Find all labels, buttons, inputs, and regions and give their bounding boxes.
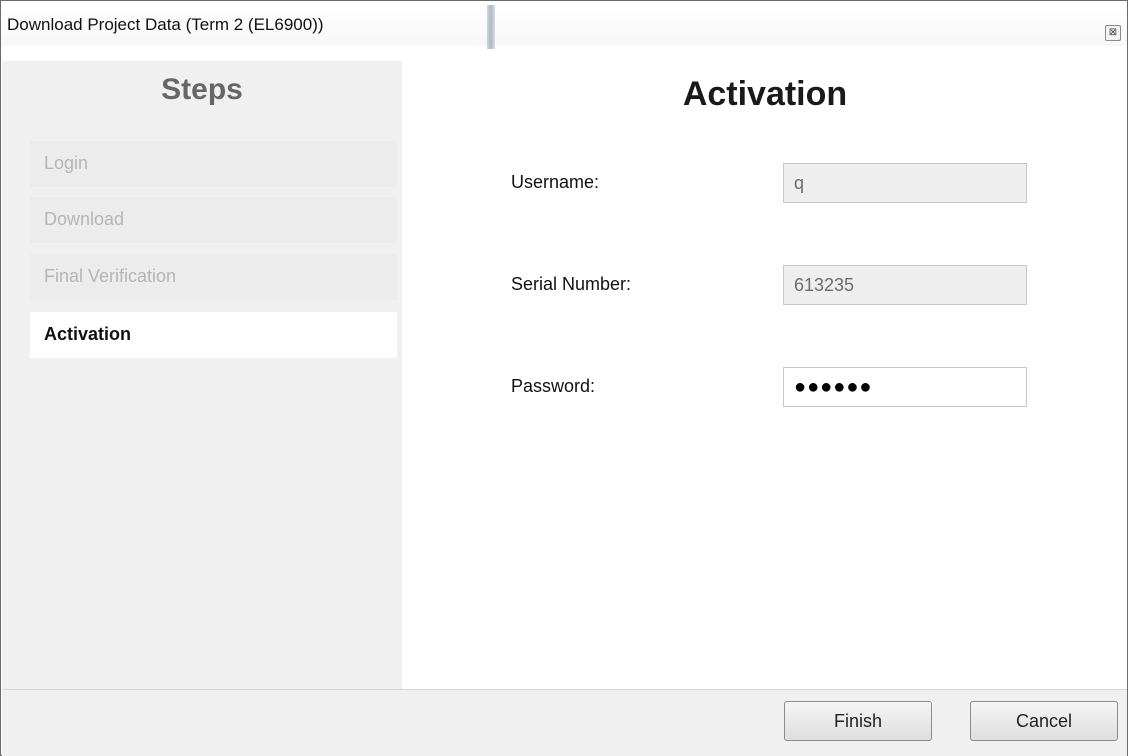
password-field[interactable] bbox=[783, 367, 1027, 407]
username-field[interactable] bbox=[783, 163, 1027, 203]
step-login: Login bbox=[30, 141, 397, 187]
close-icon[interactable]: ⊠ bbox=[1105, 25, 1121, 41]
serial-number-field[interactable] bbox=[783, 265, 1027, 305]
window-title: Download Project Data (Term 2 (EL6900)) bbox=[7, 15, 324, 34]
finish-button[interactable]: Finish bbox=[784, 701, 932, 741]
steps-sidebar: Steps Login Download Final Verification … bbox=[2, 61, 402, 689]
step-download: Download bbox=[30, 197, 397, 243]
download-project-dialog: Download Project Data (Term 2 (EL6900)) … bbox=[0, 0, 1128, 756]
step-label: Download bbox=[44, 209, 125, 229]
step-activation: Activation bbox=[30, 312, 397, 358]
titlebar-decoration bbox=[487, 5, 495, 49]
dialog-footer: Finish Cancel bbox=[2, 689, 1127, 756]
password-label: Password: bbox=[511, 376, 596, 396]
step-label: Final Verification bbox=[44, 266, 177, 286]
step-label: Login bbox=[44, 153, 89, 173]
step-final-verification: Final Verification bbox=[30, 254, 397, 300]
username-label: Username: bbox=[511, 172, 600, 192]
step-label: Activation bbox=[44, 324, 132, 344]
page-title: Activation bbox=[682, 75, 848, 113]
steps-heading: Steps bbox=[161, 73, 243, 106]
title-bar[interactable]: Download Project Data (Term 2 (EL6900)) … bbox=[1, 1, 1127, 49]
cancel-button[interactable]: Cancel bbox=[970, 701, 1118, 741]
serial-number-label: Serial Number: bbox=[511, 274, 632, 294]
